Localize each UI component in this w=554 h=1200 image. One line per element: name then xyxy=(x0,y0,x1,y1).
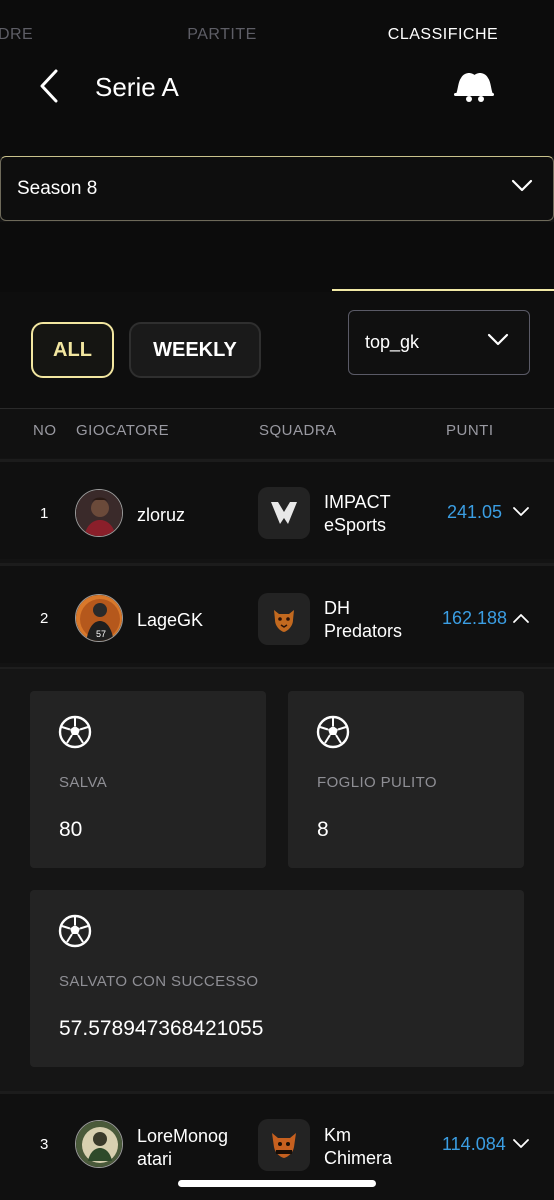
clean-sheet-card: FOGLIO PULITO 8 xyxy=(288,691,524,868)
table-row[interactable]: 2 57 LageGK DH Predators 162.188 xyxy=(0,563,554,663)
season-select[interactable]: Season 8 xyxy=(0,156,554,221)
team-logo xyxy=(258,487,310,539)
player-name: zloruz xyxy=(137,505,186,525)
impact-logo-icon xyxy=(271,502,297,524)
team-name-line1: Km xyxy=(324,1125,351,1145)
header-team: SQUADRA xyxy=(259,422,337,439)
tab-classifiche[interactable]: CLASSIFICHE xyxy=(332,0,554,70)
player-points: 162.188 xyxy=(442,608,508,628)
avatar: 57 xyxy=(75,594,123,642)
team-name-line2: Predators xyxy=(324,621,403,641)
stat-select[interactable]: top_gk xyxy=(348,310,530,375)
avatar xyxy=(75,489,123,537)
chevron-down-icon[interactable] xyxy=(512,1138,530,1150)
stat-select-value: top_gk xyxy=(365,332,420,352)
player-name-line2: atari xyxy=(137,1149,173,1169)
player-points: 114.084 xyxy=(442,1134,506,1154)
active-tab-indicator xyxy=(332,289,554,291)
header-no: NO xyxy=(33,422,57,439)
row-rank: 2 xyxy=(40,610,49,627)
team-name-line1: IMPACT xyxy=(324,492,391,512)
chevron-down-icon xyxy=(511,179,533,192)
tab-partite[interactable]: PARTITE xyxy=(160,0,284,70)
header-player: GIOCATORE xyxy=(76,422,170,439)
soccer-ball-icon xyxy=(316,715,350,749)
team-name-line1: DH xyxy=(324,598,350,618)
row-rank: 1 xyxy=(40,505,49,522)
chimera-logo-icon xyxy=(272,1133,296,1158)
filter-weekly-button[interactable]: WEEKLY xyxy=(129,322,261,378)
bells-icon xyxy=(454,73,494,102)
success-save-value: 57.578947368421055 xyxy=(59,1017,264,1040)
soccer-ball-icon xyxy=(58,914,92,948)
saves-card: SALVA 80 xyxy=(30,691,266,868)
svg-text:57: 57 xyxy=(96,629,106,639)
header-points: PUNTI xyxy=(446,422,494,439)
table-header: NO GIOCATORE SQUADRA PUNTI xyxy=(0,408,554,458)
player-points: 241.05 xyxy=(447,502,503,522)
player-name-line1: LoreMonog xyxy=(137,1126,229,1146)
chevron-down-icon xyxy=(487,333,509,346)
tab-squadre[interactable]: ADRE xyxy=(0,0,60,70)
team-name-line2: Chimera xyxy=(324,1148,393,1168)
row-rank: 3 xyxy=(40,1136,49,1153)
chevron-up-icon[interactable] xyxy=(512,612,530,624)
home-indicator[interactable] xyxy=(178,1180,376,1187)
team-logo xyxy=(258,593,310,645)
tab-bar xyxy=(0,222,554,292)
success-save-card: SALVATO CON SUCCESSO 57.578947368421055 xyxy=(30,890,524,1067)
clean-sheet-label: FOGLIO PULITO xyxy=(317,774,437,791)
chevron-down-icon[interactable] xyxy=(512,506,530,518)
soccer-ball-icon xyxy=(58,715,92,749)
player-name: LageGK xyxy=(137,610,204,630)
saves-label: SALVA xyxy=(59,774,108,791)
clean-sheet-value: 8 xyxy=(317,818,329,841)
success-save-label: SALVATO CON SUCCESSO xyxy=(59,973,259,990)
saves-value: 80 xyxy=(59,818,83,841)
table-row[interactable]: 1 zloruz IMPACT eSports 241.05 xyxy=(0,459,554,559)
player-detail-panel: SALVA 80 FOGLIO PULITO 8 SALVATO CON SUC… xyxy=(0,667,554,1091)
predators-logo-icon xyxy=(274,610,294,632)
back-button[interactable] xyxy=(32,68,66,104)
chevron-left-icon xyxy=(40,69,58,103)
page-title: Serie A xyxy=(95,72,179,102)
season-select-value: Season 8 xyxy=(17,177,98,199)
team-logo xyxy=(258,1119,310,1171)
avatar xyxy=(75,1120,123,1168)
filter-all-button[interactable]: ALL xyxy=(31,322,114,378)
notifications-button[interactable] xyxy=(446,64,498,108)
team-name-line2: eSports xyxy=(324,515,387,535)
